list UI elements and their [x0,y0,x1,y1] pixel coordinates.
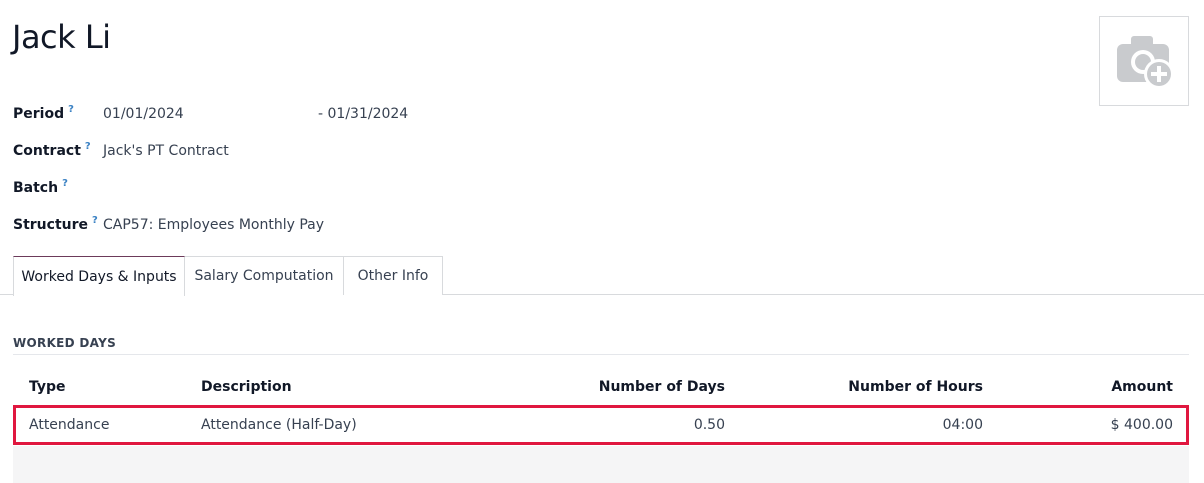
period-field: Period ? 01/01/2024 - 01/31/2024 [13,104,433,128]
worked-days-table: Type Description Number of Days Number o… [13,370,1189,444]
table-footer-area [13,446,1189,483]
tab-salary-computation[interactable]: Salary Computation [184,256,344,295]
tab-bar: Worked Days & Inputs Salary Computation … [0,256,1204,296]
period-end-value[interactable]: - 01/31/2024 [318,106,408,122]
column-header-description[interactable]: Description [201,379,292,395]
worked-days-section-title: WORKED DAYS [13,336,117,350]
column-header-days[interactable]: Number of Days [599,379,725,395]
column-header-hours[interactable]: Number of Hours [848,379,983,395]
contract-help-icon[interactable]: ? [85,141,91,152]
structure-field: Structure ? CAP57: Employees Monthly Pay [13,215,433,239]
batch-label: Batch [13,180,59,196]
tab-worked-days-inputs[interactable]: Worked Days & Inputs [13,256,185,296]
period-label: Period [13,106,65,122]
table-row[interactable]: Attendance Attendance (Half-Day) 0.50 04… [13,408,1189,444]
tab-other-info[interactable]: Other Info [343,256,443,295]
column-header-amount[interactable]: Amount [1111,379,1173,395]
avatar-upload[interactable] [1099,16,1189,106]
cell-description: Attendance (Half-Day) [201,417,357,433]
camera-plus-icon [1117,36,1174,89]
cell-amount: $ 400.00 [1110,417,1173,433]
section-divider [13,354,1189,355]
cell-days: 0.50 [693,417,725,433]
contract-value[interactable]: Jack's PT Contract [103,143,229,159]
table-header: Type Description Number of Days Number o… [13,370,1189,406]
batch-field: Batch ? [13,178,433,202]
cell-type: Attendance [29,417,110,433]
column-header-type[interactable]: Type [29,379,66,395]
structure-label: Structure [13,217,89,233]
cell-hours: 04:00 [942,417,983,433]
period-start-value[interactable]: 01/01/2024 [103,106,184,122]
batch-help-icon[interactable]: ? [62,178,68,189]
page-title: Jack Li [12,18,111,56]
structure-help-icon[interactable]: ? [92,215,98,226]
period-help-icon[interactable]: ? [68,104,74,115]
contract-field: Contract ? Jack's PT Contract [13,141,433,165]
structure-value[interactable]: CAP57: Employees Monthly Pay [103,217,324,233]
contract-label: Contract [13,143,81,159]
